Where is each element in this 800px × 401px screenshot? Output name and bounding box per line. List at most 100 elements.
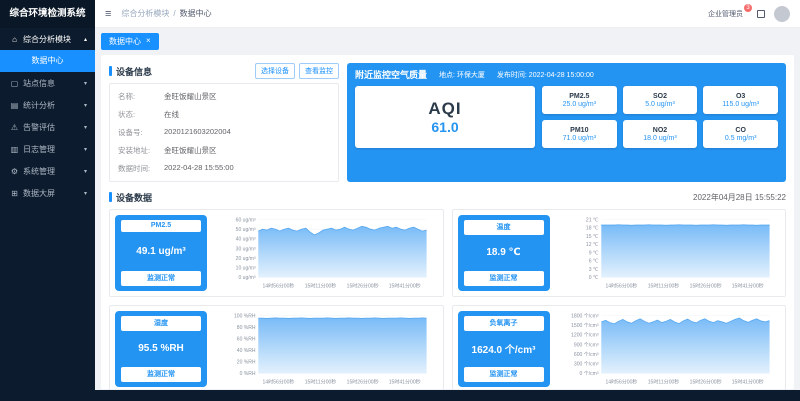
svg-text:15时26分00秒: 15时26分00秒 <box>689 282 721 289</box>
negative-ion-value-box: 负氧离子 1624.0 个/cm³ 监测正常 <box>458 311 550 387</box>
pm25-status-button[interactable]: 监测正常 <box>121 271 201 286</box>
sidebar: 综合环境检测系统 ⌂ 综合分析模块 ▴ 数据中心 ▢ 站点信息 ▾ ▤ 统计分析… <box>0 0 95 401</box>
sidebar-item-log-management[interactable]: ▥ 日志管理 ▾ <box>0 138 95 160</box>
temperature-value-box: 温度 18.9 ℃ 监测正常 <box>458 215 550 291</box>
sidebar-item-data-center[interactable]: 数据中心 <box>0 50 95 72</box>
field-label: 设备号: <box>118 127 164 138</box>
device-info-box: 名称: 金旺饭耀山景区 状态: 在线 设备号: 2020121603202004 <box>109 83 339 182</box>
notification-badge: 3 <box>744 4 752 12</box>
field-value: 在线 <box>164 109 179 120</box>
metric-label: PM2.5 <box>569 93 589 100</box>
svg-text:20 ug/m³: 20 ug/m³ <box>236 256 256 262</box>
chevron-up-icon: ▴ <box>84 36 87 43</box>
fullscreen-icon[interactable] <box>757 10 765 18</box>
svg-text:3 ℃: 3 ℃ <box>588 267 598 273</box>
info-row-device-id: 设备号: 2020121603202004 <box>118 124 330 142</box>
svg-text:0 ug/m³: 0 ug/m³ <box>238 275 255 281</box>
app-logo-title: 综合环境检测系统 <box>0 0 95 28</box>
device-info-card: 设备信息 选择设备 查看监控 名称: 金旺饭耀山景区 状态: <box>109 63 339 182</box>
svg-text:1200 个/cm³: 1200 个/cm³ <box>571 333 599 339</box>
device-data-timestamp: 2022年04月28日 15:55:22 <box>693 192 786 203</box>
alert-icon: ⚠ <box>10 123 19 132</box>
top-header-bar: ≡ 综合分析模块 / 数据中心 企业管理员 3 <box>95 0 800 28</box>
svg-text:15时11分00秒: 15时11分00秒 <box>647 282 679 289</box>
menu-toggle-icon[interactable]: ≡ <box>105 8 111 20</box>
chart-icon: ▤ <box>10 101 19 110</box>
svg-text:14时56分00秒: 14时56分00秒 <box>262 282 294 289</box>
info-row-data-time: 数据时间: 2022-04-28 15:55:00 <box>118 159 330 177</box>
svg-text:15时11分00秒: 15时11分00秒 <box>305 282 337 289</box>
metric-label: CO <box>735 127 746 134</box>
svg-text:21 ℃: 21 ℃ <box>585 217 598 223</box>
app-window: 综合环境检测系统 ⌂ 综合分析模块 ▴ 数据中心 ▢ 站点信息 ▾ ▤ 统计分析… <box>0 0 800 401</box>
pm25-chart-card: PM2.5 49.1 ug/m³ 监测正常 0 ug/m³10 ug/m³20 … <box>109 209 444 297</box>
field-value: 2020121603202004 <box>164 127 231 138</box>
sidebar-item-statistics[interactable]: ▤ 统计分析 ▾ <box>0 94 95 116</box>
header-actions: 企业管理员 3 <box>708 6 790 22</box>
metric-label: NO2 <box>653 127 667 134</box>
svg-text:10 ug/m³: 10 ug/m³ <box>236 265 256 271</box>
negative-ion-current-value: 1624.0 个/cm³ <box>472 341 536 356</box>
close-icon[interactable]: × <box>146 37 151 45</box>
sidebar-item-analysis-module[interactable]: ⌂ 综合分析模块 ▴ <box>0 28 95 50</box>
aqi-value-card: AQI 61.0 <box>355 86 535 148</box>
metric-value: 115.0 ug/m³ <box>722 101 759 108</box>
svg-text:18 ℃: 18 ℃ <box>585 226 598 232</box>
metric-so2: SO2 5.0 ug/m³ <box>623 86 698 114</box>
metric-o3: O3 115.0 ug/m³ <box>703 86 778 114</box>
metric-value: 25.0 ug/m³ <box>563 101 596 108</box>
metric-pm25: PM2.5 25.0 ug/m³ <box>542 86 617 114</box>
negative-ion-status-button[interactable]: 监测正常 <box>464 367 544 382</box>
field-label: 名称: <box>118 91 164 102</box>
sidebar-item-alert-evaluation[interactable]: ⚠ 告警评估 ▾ <box>0 116 95 138</box>
chevron-down-icon: ▾ <box>84 80 87 87</box>
svg-text:20 %RH: 20 %RH <box>237 360 256 366</box>
avatar[interactable] <box>774 6 790 22</box>
bottom-bar <box>0 390 800 401</box>
svg-text:50 ug/m³: 50 ug/m³ <box>236 227 256 233</box>
sidebar-item-label: 数据大屏 <box>23 188 55 199</box>
field-value: 2022-04-28 15:55:00 <box>164 163 234 174</box>
sidebar-item-label: 站点信息 <box>23 78 55 89</box>
aqi-publish-time: 发布时间: 2022-04-28 15:00:00 <box>497 70 594 80</box>
aqi-panel-title: 附近监控空气质量 <box>355 68 427 81</box>
temperature-current-value: 18.9 ℃ <box>486 247 520 258</box>
sidebar-item-label: 告警评估 <box>23 122 55 133</box>
chevron-down-icon: ▾ <box>84 168 87 175</box>
pm25-label-chip: PM2.5 <box>121 220 201 232</box>
svg-text:14时56分00秒: 14时56分00秒 <box>605 378 637 385</box>
screen-icon: ⊞ <box>10 189 19 198</box>
metric-pm10: PM10 71.0 ug/m³ <box>542 120 617 148</box>
sidebar-item-site-info[interactable]: ▢ 站点信息 ▾ <box>0 72 95 94</box>
svg-text:1500 个/cm³: 1500 个/cm³ <box>571 323 599 329</box>
field-value: 金旺饭耀山景区 <box>164 91 217 102</box>
sidebar-item-label: 系统管理 <box>23 166 55 177</box>
view-monitor-button[interactable]: 查看监控 <box>299 63 339 79</box>
device-data-header: 设备数据 2022年04月28日 15:55:22 <box>109 191 786 204</box>
svg-text:15时41分00秒: 15时41分00秒 <box>389 282 421 289</box>
svg-text:30 ug/m³: 30 ug/m³ <box>236 246 256 252</box>
svg-text:300 个/cm³: 300 个/cm³ <box>573 361 598 367</box>
field-label: 状态: <box>118 109 164 120</box>
charts-grid: PM2.5 49.1 ug/m³ 监测正常 0 ug/m³10 ug/m³20 … <box>109 209 786 393</box>
user-role-label[interactable]: 企业管理员 3 <box>708 9 748 19</box>
humidity-status-button[interactable]: 监测正常 <box>121 367 201 382</box>
metric-value: 5.0 ug/m³ <box>645 101 675 108</box>
sidebar-item-system-management[interactable]: ⚙ 系统管理 ▾ <box>0 160 95 182</box>
title-accent-bar <box>109 192 112 202</box>
aqi-label: AQI <box>428 99 461 119</box>
breadcrumb-parent[interactable]: 综合分析模块 <box>121 8 169 19</box>
select-device-button[interactable]: 选择设备 <box>255 63 295 79</box>
sidebar-item-data-screen[interactable]: ⊞ 数据大屏 ▾ <box>0 182 95 204</box>
svg-text:14时56分00秒: 14时56分00秒 <box>262 378 294 385</box>
svg-text:15时41分00秒: 15时41分00秒 <box>731 282 763 289</box>
humidity-label-chip: 湿度 <box>121 316 201 331</box>
tab-data-center[interactable]: 数据中心 × <box>101 33 159 50</box>
pollutant-metrics-grid: PM2.5 25.0 ug/m³ SO2 5.0 ug/m³ O3 115.0 … <box>542 86 778 148</box>
temperature-status-button[interactable]: 监测正常 <box>464 271 544 286</box>
device-info-title: 设备信息 <box>116 65 152 78</box>
pm25-area-chart: 0 ug/m³10 ug/m³20 ug/m³30 ug/m³40 ug/m³5… <box>213 215 438 291</box>
humidity-value-box: 湿度 95.5 %RH 监测正常 <box>115 311 207 387</box>
negative-ion-area-chart: 0 个/cm³300 个/cm³600 个/cm³900 个/cm³1200 个… <box>556 311 781 387</box>
metric-co: CO 0.5 mg/m³ <box>703 120 778 148</box>
